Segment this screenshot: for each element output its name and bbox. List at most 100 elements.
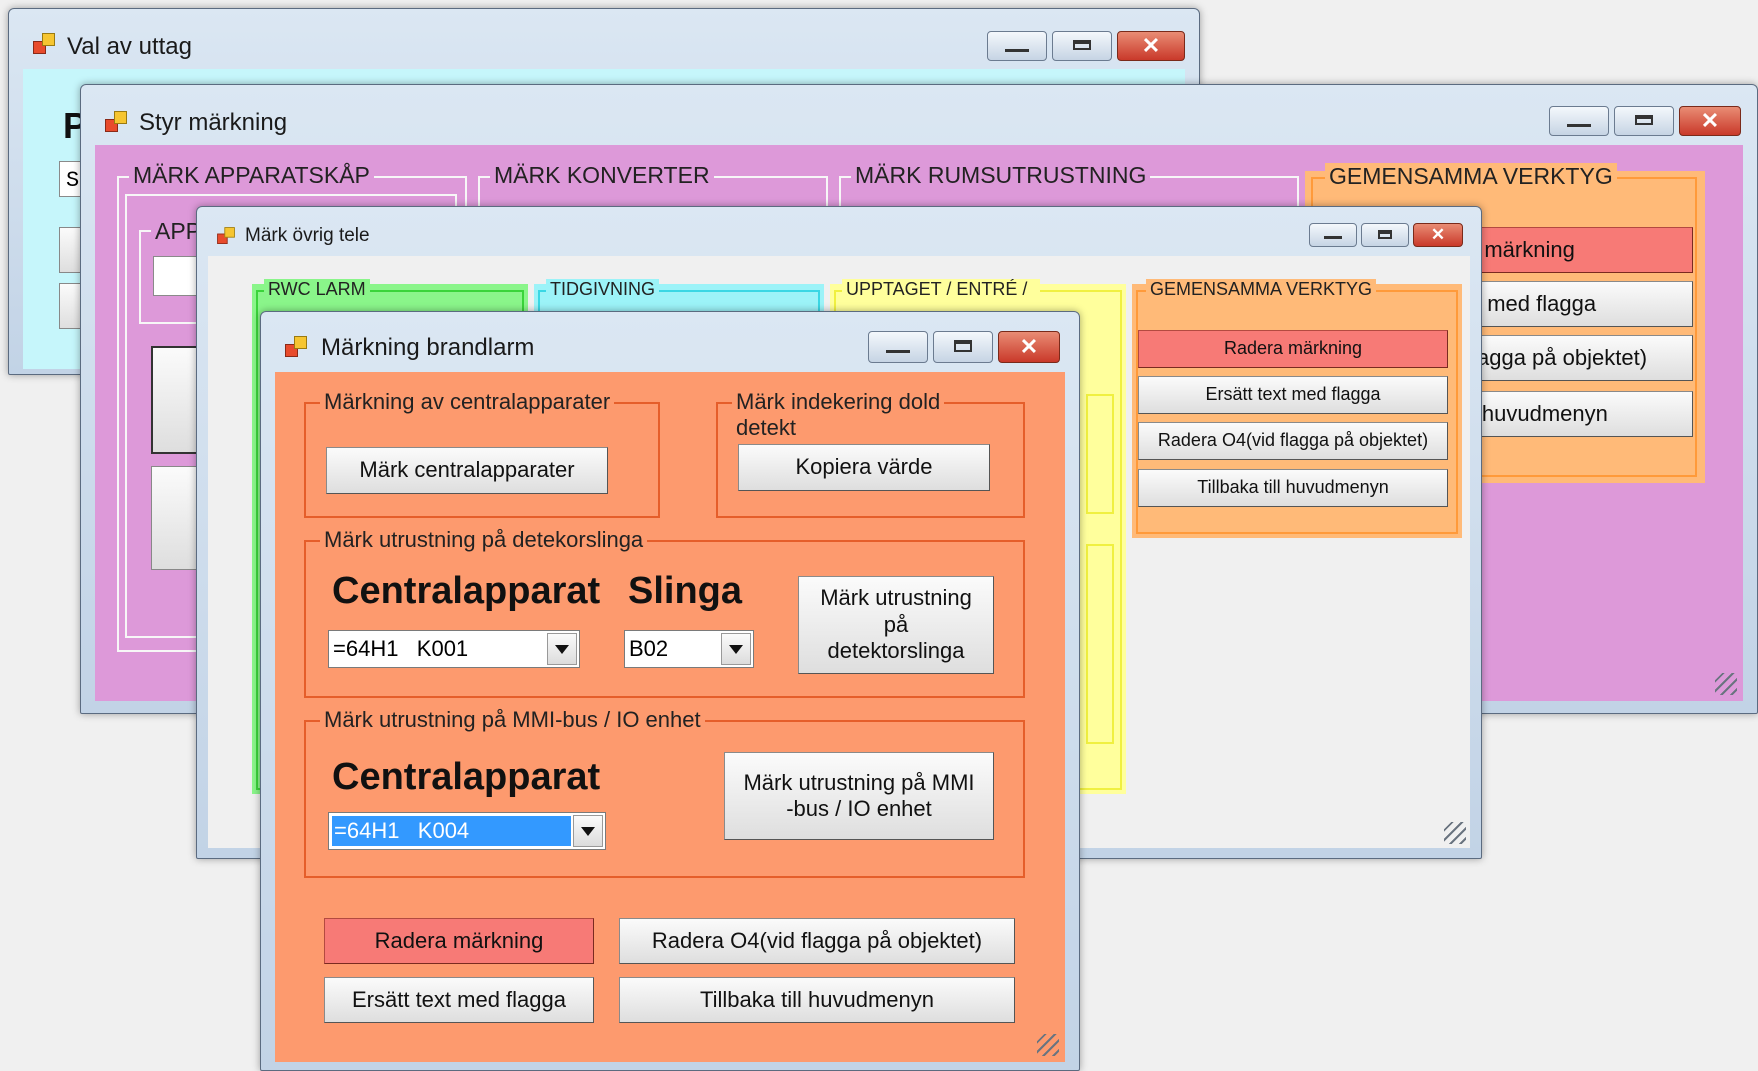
ersatt-text-label: xt med flagga: [1464, 290, 1597, 316]
group-detektorslinga-label: Märk utrustning på detekorslinga: [320, 527, 648, 553]
close-icon: ✕: [1019, 333, 1039, 359]
upptaget-subgroup-2: [1086, 544, 1114, 744]
desktop: { "colors": { "val_bg": "#c6f6fb", "styr…: [0, 0, 1758, 1071]
tele-tillbaka-button[interactable]: Tillbaka till huvudmenyn: [1138, 469, 1448, 507]
group-upptaget-label: UPPTAGET / ENTRÉ / KÖSIGNAL: [842, 279, 1040, 299]
maximize-icon: [1635, 114, 1653, 126]
group-tele-gemensamma-label: GEMENSAMMA VERKTYG: [1146, 279, 1377, 300]
slinga-combo-value: B02: [629, 636, 669, 661]
minimize-button[interactable]: [1549, 106, 1609, 136]
tele-radera-markning-label: Radera märkning: [1223, 338, 1363, 359]
tele-ersatt-text-label: Ersätt text med flagga: [1205, 384, 1381, 405]
mmi-central-combo-value: =64H1 K004: [332, 816, 571, 846]
window-title: Märk övrig tele: [245, 225, 370, 246]
mark-mmi-label-line2: -bus / IO enhet: [786, 796, 932, 821]
tele-gemensamma-panel: GEMENSAMMA VERKTYG Radera märkning Ersät…: [1132, 279, 1462, 538]
tele-radera-o4-label: Radera O4(vid flagga på objektet): [1157, 430, 1429, 451]
minimize-icon: [1323, 236, 1343, 240]
titlebar[interactable]: Styr märkning ✕: [81, 85, 1757, 145]
mark-detektorslinga-label-line2: på: [883, 611, 909, 637]
radera-markning-label: a märkning: [1466, 236, 1575, 262]
close-icon: ✕: [1700, 107, 1720, 133]
resize-grip[interactable]: [1715, 673, 1737, 695]
radera-o4-label: flagga på objektet): [1466, 344, 1648, 370]
close-button[interactable]: ✕: [1413, 223, 1463, 247]
group-rumsutrustning-label: MÄRK RUMSUTRUSTNING: [851, 162, 1151, 189]
maximize-icon: [954, 340, 972, 352]
app-icon: [217, 227, 235, 245]
minimize-button[interactable]: [987, 31, 1047, 61]
mark-mmi-button[interactable]: Märk utrustning på MMI -bus / IO enhet: [724, 752, 994, 840]
group-tidgivning-label: TIDGIVNING: [546, 279, 660, 300]
mark-centralapparater-button[interactable]: Märk centralapparater: [326, 447, 608, 494]
minimize-icon: [1005, 48, 1029, 52]
close-button[interactable]: ✕: [1679, 106, 1741, 136]
app-icon: [33, 33, 55, 55]
app-icon: [285, 336, 307, 358]
tele-radera-o4-button[interactable]: Radera O4(vid flagga på objektet): [1138, 422, 1448, 460]
maximize-button[interactable]: [1052, 31, 1112, 61]
central-combo[interactable]: =64H1 K001: [328, 630, 580, 668]
radera-o4-button[interactable]: Radera O4(vid flagga på objektet): [619, 918, 1015, 964]
maximize-button[interactable]: [1614, 106, 1674, 136]
group-apparatskap-label: MÄRK APPARATSKÅP: [129, 162, 374, 189]
mark-detektorslinga-label-line1: Märk utrustning: [820, 585, 972, 611]
group-centralapparater-label: Märkning av centralapparater: [320, 389, 615, 415]
tele-tillbaka-label: Tillbaka till huvudmenyn: [1197, 477, 1389, 498]
group-rwc-label: RWC LARM: [264, 279, 370, 300]
ersatt-text-label: Ersätt text med flagga: [352, 986, 566, 1012]
window-title: Val av uttag: [67, 33, 192, 60]
group-indekering-label-line1: Märk indekering dold: [736, 389, 941, 414]
close-button[interactable]: ✕: [998, 331, 1060, 363]
resize-grip[interactable]: [1444, 822, 1466, 844]
mmi-central-combo[interactable]: =64H1 K004: [328, 812, 606, 850]
detektorslinga-heading-central: Centralapparat: [332, 570, 601, 612]
group-detektorslinga: Märk utrustning på detekorslinga Central…: [304, 527, 1025, 698]
radera-o4-label: Radera O4(vid flagga på objektet): [651, 927, 983, 953]
maximize-button[interactable]: [933, 331, 993, 363]
kopiera-varde-button[interactable]: Kopiera värde: [738, 444, 990, 491]
mark-centralapparater-label: Märk centralapparater: [359, 457, 575, 483]
chevron-down-icon[interactable]: [547, 633, 577, 665]
maximize-icon: [1073, 39, 1091, 51]
group-centralapparater: Märkning av centralapparater Märk centra…: [304, 389, 660, 518]
upptaget-subgroup-1: [1086, 394, 1114, 514]
app-icon: [105, 111, 127, 133]
minimize-button[interactable]: [1309, 223, 1357, 247]
slinga-combo[interactable]: B02: [624, 630, 754, 668]
close-icon: ✕: [1430, 224, 1446, 244]
window-title: Märkning brandlarm: [321, 334, 535, 361]
tillbaka-label: ll huvudmenyn: [1466, 400, 1608, 426]
close-button[interactable]: ✕: [1117, 31, 1185, 61]
tillbaka-button[interactable]: Tillbaka till huvudmenyn: [619, 977, 1015, 1023]
group-gemensamma-label: GEMENSAMMA VERKTYG: [1325, 163, 1617, 190]
maximize-icon: [1378, 230, 1392, 239]
minimize-icon: [1567, 123, 1591, 127]
ersatt-text-button[interactable]: Ersätt text med flagga: [324, 977, 594, 1023]
titlebar[interactable]: Val av uttag ✕: [9, 9, 1199, 69]
window-title: Styr märkning: [139, 109, 288, 136]
radera-markning-button[interactable]: Radera märkning: [324, 918, 594, 964]
group-indekering: Märk indekering dold detekt Kopiera värd…: [716, 389, 1025, 518]
titlebar[interactable]: Märkning brandlarm ✕: [261, 312, 1079, 372]
group-konverter-label: MÄRK KONVERTER: [490, 162, 714, 189]
group-mmi-label: Märk utrustning på MMI-bus / IO enhet: [320, 707, 705, 733]
resize-grip[interactable]: [1037, 1034, 1059, 1056]
chevron-down-icon[interactable]: [573, 815, 603, 847]
brand-client: Märkning av centralapparater Märk centra…: [275, 372, 1065, 1062]
radera-markning-label: Radera märkning: [374, 927, 544, 953]
minimize-icon: [886, 350, 910, 353]
tele-ersatt-text-button[interactable]: Ersätt text med flagga: [1138, 376, 1448, 414]
mmi-heading-central: Centralapparat: [332, 756, 601, 798]
chevron-down-icon[interactable]: [721, 633, 751, 665]
tillbaka-label: Tillbaka till huvudmenyn: [700, 986, 934, 1012]
central-combo-value: =64H1 K001: [333, 636, 469, 661]
mark-detektorslinga-button[interactable]: Märk utrustning på detektorslinga: [798, 576, 994, 674]
group-indekering-label: Märk indekering dold detekt: [732, 389, 945, 441]
window-markning-brandlarm: Märkning brandlarm ✕ Märkning av central…: [260, 311, 1080, 1071]
titlebar[interactable]: Märk övrig tele ✕: [197, 207, 1481, 253]
detektorslinga-heading-slinga: Slinga: [628, 570, 743, 612]
tele-radera-markning-button[interactable]: Radera märkning: [1138, 330, 1448, 368]
maximize-button[interactable]: [1361, 223, 1409, 247]
minimize-button[interactable]: [868, 331, 928, 363]
